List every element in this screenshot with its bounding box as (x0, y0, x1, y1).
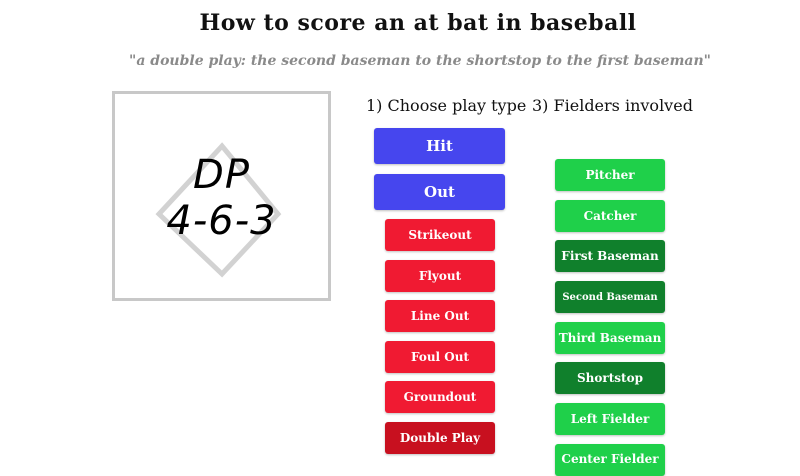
groundout-button[interactable]: Groundout (385, 381, 495, 413)
page-title: How to score an at bat in baseball (199, 10, 637, 36)
notation-fielder-sequence: 4-6-3 (166, 198, 277, 244)
flyout-button[interactable]: Flyout (385, 260, 495, 292)
foul-out-button[interactable]: Foul Out (385, 341, 495, 373)
double-play-button[interactable]: Double Play (385, 422, 495, 454)
fielders-heading: 3) Fielders involved (532, 96, 693, 115)
catcher-button[interactable]: Catcher (555, 200, 665, 232)
scorecard-box: DP 4-6-3 (112, 91, 331, 301)
hit-button[interactable]: Hit (374, 128, 505, 164)
pitcher-button[interactable]: Pitcher (555, 159, 665, 191)
shortstop-button[interactable]: Shortstop (555, 362, 665, 394)
out-button[interactable]: Out (374, 174, 505, 210)
second-baseman-button[interactable]: Second Baseman (555, 281, 665, 313)
play-description: "a double play: the second baseman to th… (129, 53, 711, 69)
first-baseman-button[interactable]: First Baseman (555, 240, 665, 272)
notation-play-code: DP (193, 152, 250, 198)
strikeout-button[interactable]: Strikeout (385, 219, 495, 251)
third-baseman-button[interactable]: Third Baseman (555, 322, 665, 354)
left-fielder-button[interactable]: Left Fielder (555, 403, 665, 435)
center-fielder-button[interactable]: Center Fielder (555, 444, 665, 476)
play-type-heading: 1) Choose play type (366, 96, 527, 115)
line-out-button[interactable]: Line Out (385, 300, 495, 332)
score-notation: DP 4-6-3 (115, 152, 328, 244)
